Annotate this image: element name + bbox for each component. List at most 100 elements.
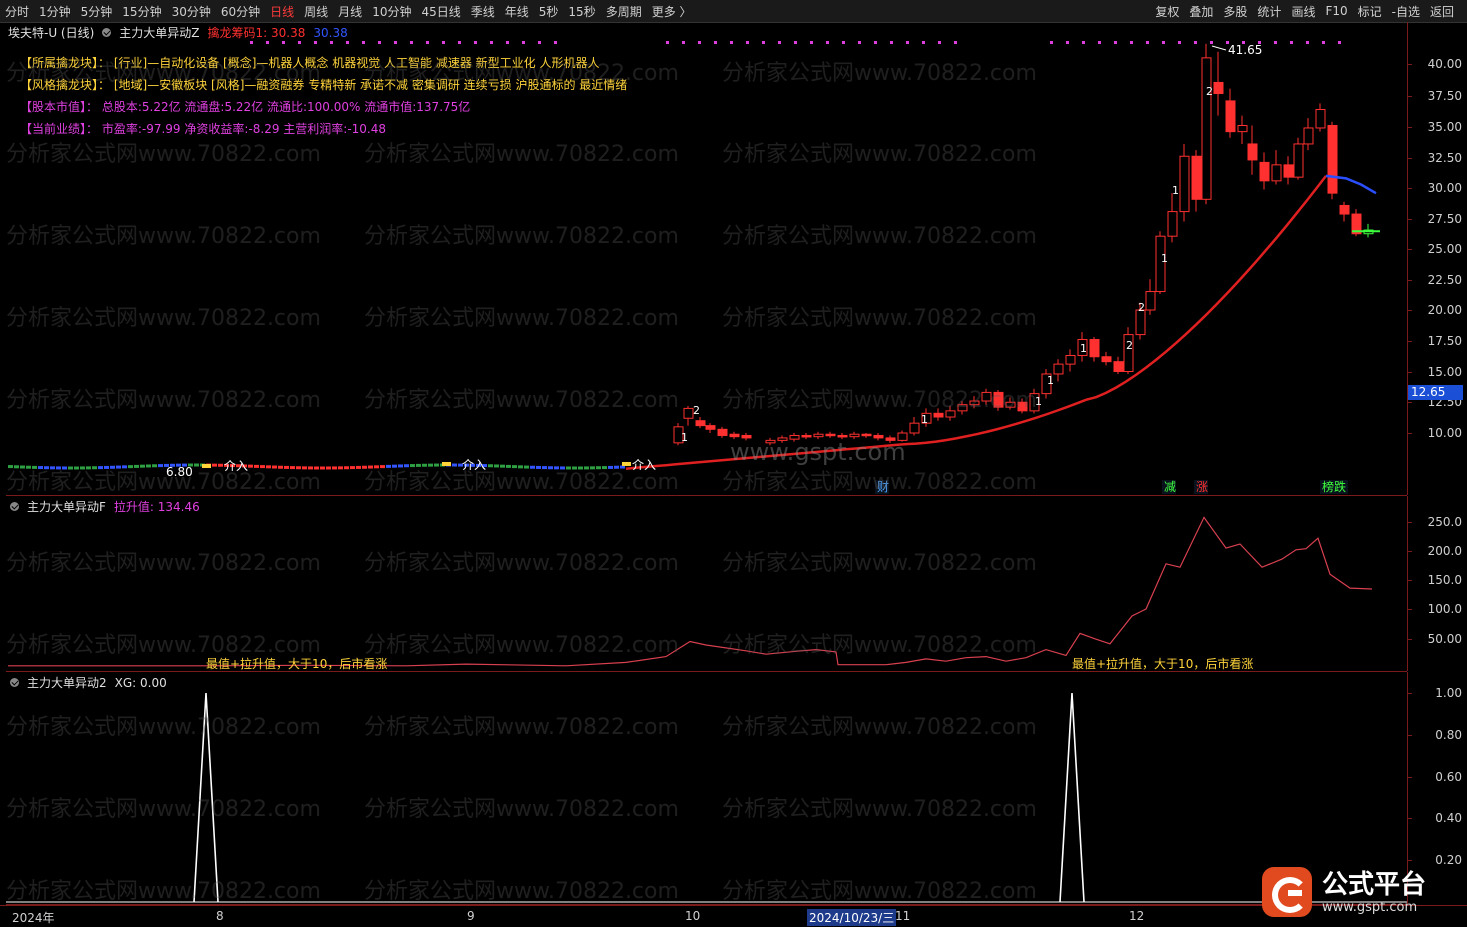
flat-bar [194,463,199,467]
candle-mark: 1 [1080,342,1087,355]
axis-tick-mark [1408,693,1412,694]
lift-line [8,516,1373,667]
signal-dot [522,41,525,44]
time-label: 2024/10/23/三 [807,909,897,926]
timeframe-tab[interactable]: 季线 [466,3,500,20]
timeframe-tab[interactable]: 分时 [0,3,34,20]
candle-body [1327,125,1338,194]
signal-dot [1322,41,1325,44]
signal-dot [362,41,365,44]
flat-bar [512,465,517,469]
top-toolbar: 分时 1分钟 5分钟 15分钟 30分钟 60分钟 日线 周线 月线 10分钟 45日线 季线 年线 5秒… [0,0,1467,23]
tool-button[interactable]: 多股 [1218,3,1252,20]
timeframe-tab[interactable]: 年线 [500,3,534,20]
tool-button[interactable]: 叠加 [1184,3,1218,20]
flat-bar [80,466,85,470]
tool-button[interactable]: 统计 [1252,3,1286,20]
candle-body [933,412,944,418]
logo-main-text: 公式平台 [1322,869,1427,900]
flat-bar [140,464,145,468]
timeframe-tabs: 分时 1分钟 5分钟 15分钟 30分钟 60分钟 日线 周线 月线 10分钟 45日线 季线 年线 5秒… [0,0,697,22]
event-mark: 减 [1164,480,1176,494]
candle-mark: 1 [1035,395,1042,408]
flat-bar [152,464,157,468]
candle-body [885,437,896,441]
kline-pane[interactable]: 埃夫特-U (日线) 主力大单异动Z 擒龙筹码1: 30.38 30.38 【所… [6,22,1407,496]
flat-bar [260,465,265,469]
candle-body [957,404,968,412]
current-price-tag: 12.65 [1408,385,1463,400]
signal-dot [842,41,845,44]
candle-body [1191,155,1202,200]
flat-bar [116,465,121,469]
timeframe-tab[interactable]: 周线 [299,3,333,20]
flat-bar [122,465,127,469]
lift-note: 最值+拉升值，大于10，后市看涨 [1072,656,1253,671]
flat-bar [506,464,511,468]
candle-body [1017,401,1028,412]
axis-tick-mark [1408,341,1412,342]
yellow-marker [202,464,211,468]
axis-tick-label: 17.50 [1427,334,1462,348]
timeframe-tab[interactable]: 10分钟 [367,3,416,20]
axis-tick-label: 40.00 [1427,57,1462,71]
signal-dot [378,41,381,44]
candle-body [825,433,836,437]
timeframe-tab[interactable]: 45日线 [416,3,465,20]
tool-button[interactable]: 标记 [1353,3,1387,20]
tool-button[interactable]: F10 [1320,4,1352,18]
timeframe-tab[interactable]: 多周期 [601,3,647,20]
candle-body [1005,401,1016,408]
timeframe-tab[interactable]: 日线 [265,3,299,20]
lift-chart: 最值+拉升值，大于10，后市看涨 最值+拉升值，大于10，后市看涨 [8,516,1373,671]
timeframe-tab[interactable]: 更多 〉 [647,3,697,20]
candle-body [1113,361,1124,373]
entry-label: 介入 [224,459,248,473]
signal-dot [490,41,493,44]
timeframe-tab[interactable]: 5分钟 [76,3,118,20]
lift-pane[interactable]: 主力大单异动F 拉升值: 134.46 最值+拉升值，大于10，后市看涨 最值+拉… [6,496,1407,672]
flat-bar [32,465,37,469]
axis-tick-label: 1.00 [1435,686,1462,700]
xg-signal-spike [1059,692,1085,903]
xg-pane[interactable]: 主力大单异动2 XG: 0.00 [6,672,1407,905]
flat-bar [146,464,151,468]
flat-bar [614,465,619,469]
tool-button[interactable]: 返回 [1425,3,1459,20]
timeframe-tab[interactable]: 1分钟 [34,3,76,20]
flat-bar [368,465,373,469]
axis-tick-mark [1408,777,1412,778]
signal-dot [314,41,317,44]
signal-dot [1306,41,1309,44]
flat-bar [578,466,583,470]
flat-bar [26,465,31,469]
signal-dot [1098,41,1101,44]
axis-tick-mark [1408,735,1412,736]
timeframe-tab[interactable]: 月线 [333,3,367,20]
candle-body [1283,164,1294,178]
candle-body [969,400,980,406]
timeframe-tab[interactable]: 30分钟 [167,3,216,20]
timeframe-tab[interactable]: 5秒 [534,3,564,20]
axis-tick-mark [1408,219,1412,220]
flat-bar [374,465,379,469]
timeframe-tab[interactable]: 15秒 [563,3,600,20]
flat-bar [128,465,133,469]
candle-body [1259,161,1270,182]
flat-bar [452,463,457,467]
signal-dot [458,41,461,44]
tool-button[interactable]: 画线 [1286,3,1320,20]
axis-tick-mark [1408,609,1412,610]
candle-body [1225,100,1236,133]
tool-button[interactable]: 复权 [1150,3,1184,20]
flat-bar [218,463,223,467]
candle-mark: 2 [693,404,700,417]
axis-tick-mark [1408,280,1412,281]
axis-tick-mark [1408,522,1412,523]
timeframe-tab[interactable]: 15分钟 [117,3,166,20]
timeframe-tab[interactable]: 60分钟 [216,3,265,20]
flat-bar [434,463,439,467]
axis-tick-label: 37.50 [1427,89,1462,103]
entry-label: 介入 [632,458,656,472]
tool-button[interactable]: -自选 [1387,3,1425,20]
